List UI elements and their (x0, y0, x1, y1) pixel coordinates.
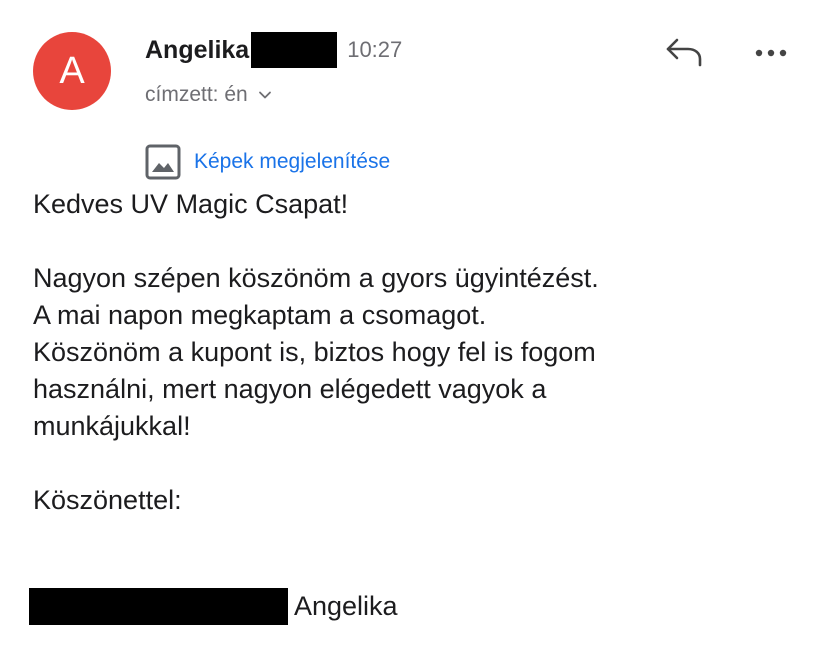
reply-icon (664, 37, 704, 72)
body-line: Nagyon szépen köszönöm a gyors ügyintézé… (33, 263, 599, 293)
avatar-letter: A (59, 50, 85, 92)
redacted-signature (29, 587, 288, 625)
show-images-label: Képek megjelenítése (194, 150, 391, 173)
message-time: 10:27 (347, 37, 403, 62)
recipient-details-toggle[interactable]: címzett: én (145, 81, 272, 109)
recipient-label: címzett: én (145, 83, 248, 106)
reply-button[interactable] (661, 36, 707, 72)
body-line: munkájukkal! (33, 411, 191, 441)
greeting: Kedves UV Magic Csapat! (33, 189, 349, 219)
signature-name: Angelika (294, 590, 398, 621)
body-line: Köszönöm a kupont is, biztos hogy fel is… (33, 337, 596, 367)
sender-row: Angelika 10:27 (145, 32, 402, 68)
show-images-link[interactable]: Képek megjelenítése (145, 142, 390, 182)
chevron-down-icon (258, 88, 272, 102)
redacted-surname (251, 32, 338, 68)
signature: Angelika (29, 587, 398, 625)
image-icon (145, 144, 181, 180)
body-line: használni, mert nagyon elégedett vagyok … (33, 374, 547, 404)
sender-name[interactable]: Angelika (145, 36, 249, 65)
closing: Köszönettel: (33, 485, 182, 515)
message-body: Kedves UV Magic Csapat! Nagyon szépen kö… (33, 186, 793, 519)
more-options-button[interactable] (748, 38, 794, 70)
avatar[interactable]: A (33, 32, 111, 110)
more-horizontal-icon (753, 45, 789, 63)
body-line: A mai napon megkaptam a csomagot. (33, 300, 487, 330)
